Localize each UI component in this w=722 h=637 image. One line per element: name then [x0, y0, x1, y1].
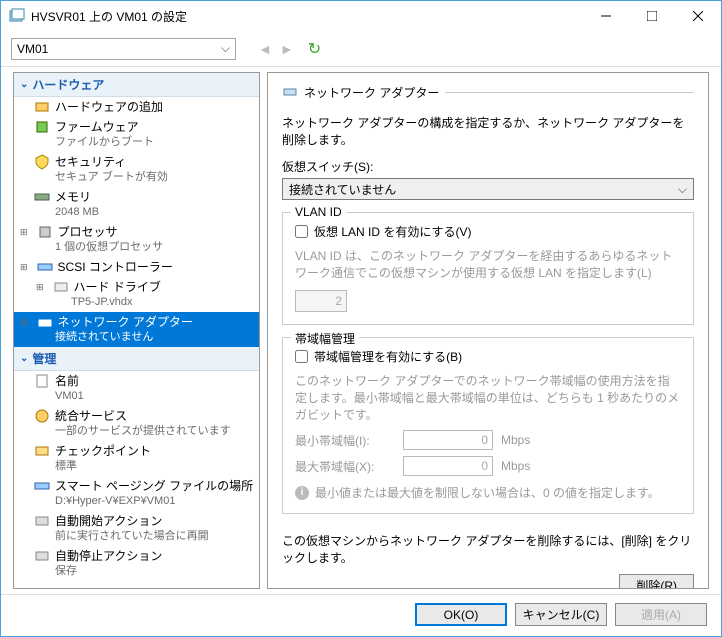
settings-tree: ⌄ ハードウェア ハードウェアの追加 ファームウェア ファイルからブート セキュ…	[13, 72, 260, 589]
vswitch-dropdown[interactable]: 接続されていません ⌵	[282, 178, 694, 200]
hardware-section-header[interactable]: ⌄ ハードウェア	[14, 73, 259, 97]
vlan-legend: VLAN ID	[291, 205, 346, 219]
ok-button[interactable]: OK(O)	[415, 603, 507, 626]
toolbar: VM01 ⌵ ◄ ► ↻	[1, 31, 721, 67]
bandwidth-description: このネットワーク アダプターでのネットワーク帯域幅の使用方法を指定します。最小帯…	[295, 373, 681, 424]
sidebar-item-firmware[interactable]: ファームウェア ファイルからブート	[14, 117, 259, 152]
sidebar-item-autostop[interactable]: 自動停止アクション 保存	[14, 546, 259, 581]
bandwidth-enable-checkbox[interactable]	[295, 350, 308, 363]
sidebar-item-security[interactable]: セキュリティ セキュア ブートが有効	[14, 152, 259, 187]
vlan-id-input[interactable]	[295, 290, 347, 312]
sidebar-item-name[interactable]: 名前 VM01	[14, 371, 259, 406]
sidebar-item-add-hardware[interactable]: ハードウェアの追加	[14, 97, 259, 117]
management-section-header[interactable]: ⌄ 管理	[14, 347, 259, 371]
cancel-button[interactable]: キャンセル(C)	[515, 603, 607, 626]
sidebar-item-autostart[interactable]: 自動開始アクション 前に実行されていた場合に再開	[14, 511, 259, 546]
chevron-down-icon: ⌄	[20, 79, 28, 90]
close-button[interactable]	[675, 1, 721, 31]
settings-icon	[9, 8, 25, 24]
nav-forward-button[interactable]: ►	[280, 41, 294, 57]
chevron-down-icon: ⌵	[221, 41, 230, 56]
vlan-enable-checkbox[interactable]	[295, 225, 308, 238]
bandwidth-info-text: 最小値または最大値を制限しない場合は、0 の値を指定します。	[315, 484, 660, 501]
refresh-button[interactable]: ↻	[308, 39, 321, 59]
chevron-down-icon: ⌄	[20, 353, 28, 364]
bandwidth-groupbox: 帯域幅管理 帯域幅管理を有効にする(B) このネットワーク アダプターでのネット…	[282, 337, 694, 514]
nav-back-button[interactable]: ◄	[258, 41, 272, 57]
vlan-description: VLAN ID は、このネットワーク アダプターを経由するあらゆるネットワーク通…	[295, 248, 681, 282]
content-panel: ネットワーク アダプター ネットワーク アダプターの構成を指定するか、ネットワー…	[267, 72, 709, 589]
sidebar-item-processor[interactable]: プロセッサ 1 個の仮想プロセッサ	[14, 222, 259, 257]
titlebar: HVSVR01 上の VM01 の設定	[1, 1, 721, 31]
remove-button[interactable]: 削除(R)	[619, 574, 694, 589]
vlan-groupbox: VLAN ID 仮想 LAN ID を有効にする(V) VLAN ID は、この…	[282, 212, 694, 325]
apply-button[interactable]: 適用(A)	[615, 603, 707, 626]
info-icon: i	[295, 486, 309, 500]
min-bandwidth-unit: Mbps	[501, 433, 530, 447]
vm-selector-dropdown[interactable]: VM01 ⌵	[11, 38, 236, 60]
sidebar-item-network-adapter[interactable]: ネットワーク アダプター 接続されていません	[14, 312, 259, 347]
sidebar-item-paging[interactable]: スマート ページング ファイルの場所 D:¥Hyper-V¥EXP¥VM01	[14, 476, 259, 511]
content-description: ネットワーク アダプターの構成を指定するか、ネットワーク アダプターを削除します…	[282, 114, 694, 148]
chevron-down-icon: ⌵	[678, 182, 687, 197]
vm-selector-value: VM01	[17, 42, 48, 56]
sidebar-item-memory[interactable]: メモリ 2048 MB	[14, 187, 259, 222]
minimize-button[interactable]	[583, 1, 629, 31]
vlan-enable-label: 仮想 LAN ID を有効にする(V)	[314, 223, 471, 240]
max-bandwidth-label: 最大帯域幅(X):	[295, 458, 395, 475]
vswitch-label: 仮想スイッチ(S):	[282, 158, 694, 175]
max-bandwidth-unit: Mbps	[501, 459, 530, 473]
sidebar-item-scsi[interactable]: SCSI コントローラー	[14, 257, 259, 277]
sidebar-item-checkpoint[interactable]: チェックポイント 標準	[14, 441, 259, 476]
max-bandwidth-input[interactable]	[403, 456, 493, 476]
content-title: ネットワーク アダプター	[304, 84, 439, 101]
remove-description: この仮想マシンからネットワーク アダプターを削除するには、[削除] をクリックし…	[282, 532, 694, 566]
min-bandwidth-label: 最小帯域幅(I):	[295, 432, 395, 449]
maximize-button[interactable]	[629, 1, 675, 31]
window-title: HVSVR01 上の VM01 の設定	[31, 8, 583, 25]
sidebar-item-harddrive[interactable]: ハード ドライブ TP5-JP.vhdx	[14, 277, 259, 312]
dialog-footer: OK(O) キャンセル(C) 適用(A)	[1, 594, 721, 634]
min-bandwidth-input[interactable]	[403, 430, 493, 450]
sidebar-item-integration[interactable]: 統合サービス 一部のサービスが提供されています	[14, 406, 259, 441]
bandwidth-enable-label: 帯域幅管理を有効にする(B)	[314, 348, 462, 365]
network-adapter-icon	[282, 83, 298, 102]
bandwidth-legend: 帯域幅管理	[291, 330, 359, 347]
